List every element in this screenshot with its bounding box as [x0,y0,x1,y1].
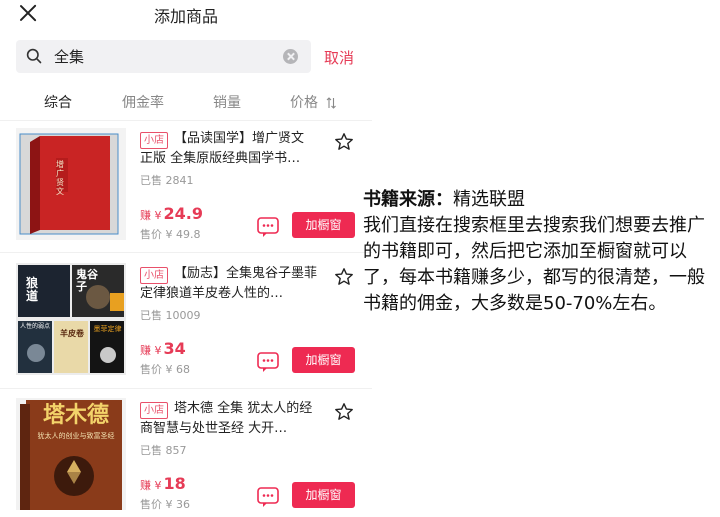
book-cover-subtitle: 犹太人的创业与致富圣经 [37,432,115,440]
sort-tabs: 综合 佣金率 销量 价格 [0,88,372,114]
search-input[interactable] [54,44,274,69]
commission-amount: 24.9 [163,204,203,223]
sort-arrows-icon [327,97,337,109]
product-title[interactable]: 塔木德 全集 犹太人的经商智慧与处世圣经 大开… [140,399,318,439]
sold-count: 已售 2841 [140,174,194,187]
search-icon [26,48,42,64]
add-to-showcase-button[interactable]: 加橱窗 [292,482,355,508]
product-image[interactable]: 增广贤文 [16,128,126,240]
tab-price-label: 价格 [290,95,318,111]
source-label: 书籍来源： [363,189,453,210]
commission-prefix: 赚 ¥ [140,479,162,492]
book-cover-zengguang-xianwen [16,128,126,240]
product-card[interactable]: 增广贤文 小店 【品读国学】增广贤文 正版 全集原版经典国学书… 已售 2841… [0,128,372,252]
tab-comprehensive[interactable]: 综合 [44,92,72,112]
product-title[interactable]: 【励志】全集鬼谷子墨菲定律狼道羊皮卷人性的… [140,264,318,304]
book-cover-title: 塔木德 [42,403,109,428]
explanation-body: 我们直接在搜索框里去搜索我们想要去推广的书籍即可，然后把它添加至橱窗就可以了，每… [363,215,705,314]
add-to-showcase-button[interactable]: 加橱窗 [292,347,355,373]
search-bar[interactable] [16,40,311,73]
star-icon[interactable] [334,402,354,422]
phone-screen: 添加商品 取消 综合 佣金率 销量 价格 [0,0,372,517]
book-label-yangpijuan: 羊皮卷 [60,329,84,338]
item-divider [0,252,372,253]
sale-price: 售价 ¥ 36 [140,498,190,511]
source-line: 书籍来源：精选联盟 [363,187,717,213]
sale-price: 售价 ¥ 49.8 [140,228,201,241]
add-to-showcase-button[interactable]: 加橱窗 [292,212,355,238]
chat-icon[interactable] [256,350,280,374]
commission: 赚 ¥18 [140,474,186,493]
commission-amount: 18 [163,474,186,493]
sold-count: 已售 10009 [140,309,201,322]
product-card[interactable]: 塔木德 犹太人的创业与致富圣经 小店 塔木德 全集 犹太人的经商智慧与处世圣经 … [0,398,372,517]
item-divider [0,388,372,389]
explanation-text: 书籍来源：精选联盟 我们直接在搜索框里去搜索我们想要去推广的书籍即可，然后把它添… [363,187,717,317]
clear-icon[interactable] [283,49,298,64]
chat-icon[interactable] [256,215,280,239]
book-label-renxing: 人性的弱点 [19,323,50,330]
page-title: 添加商品 [153,7,218,26]
commission-amount: 34 [163,339,186,358]
product-image[interactable]: 狼道 鬼谷子 人性的弱点 羊皮卷 墨菲定律 [16,263,126,375]
cancel-button[interactable]: 取消 [324,47,354,68]
book-label-langdao: 狼道 [26,276,39,303]
commission-prefix: 赚 ¥ [140,209,162,222]
header: 添加商品 [0,0,372,28]
book-cover-title: 增广贤文 [56,160,64,196]
tab-sales[interactable]: 销量 [213,92,241,112]
book-label-guiguzi: 鬼谷子 [76,268,98,293]
star-icon[interactable] [334,132,354,152]
tab-commission-rate[interactable]: 佣金率 [122,92,164,112]
chat-icon[interactable] [256,485,280,509]
commission-prefix: 赚 ¥ [140,344,162,357]
star-icon[interactable] [334,267,354,287]
sale-price: 售价 ¥ 68 [140,363,190,376]
commission: 赚 ¥34 [140,339,186,358]
product-title[interactable]: 【品读国学】增广贤文 正版 全集原版经典国学书… [140,129,318,169]
tabs-divider [0,120,372,121]
source-value: 精选联盟 [453,189,525,210]
book-label-mofei: 墨菲定律 [93,325,122,333]
product-card[interactable]: 狼道 鬼谷子 人性的弱点 羊皮卷 墨菲定律 小店 【励志】全集鬼谷子墨菲定律狼道… [0,263,372,387]
sold-count: 已售 857 [140,444,187,457]
tab-price[interactable]: 价格 [290,92,337,112]
commission: 赚 ¥24.9 [140,204,203,223]
product-image[interactable]: 塔木德 犹太人的创业与致富圣经 [16,398,126,510]
